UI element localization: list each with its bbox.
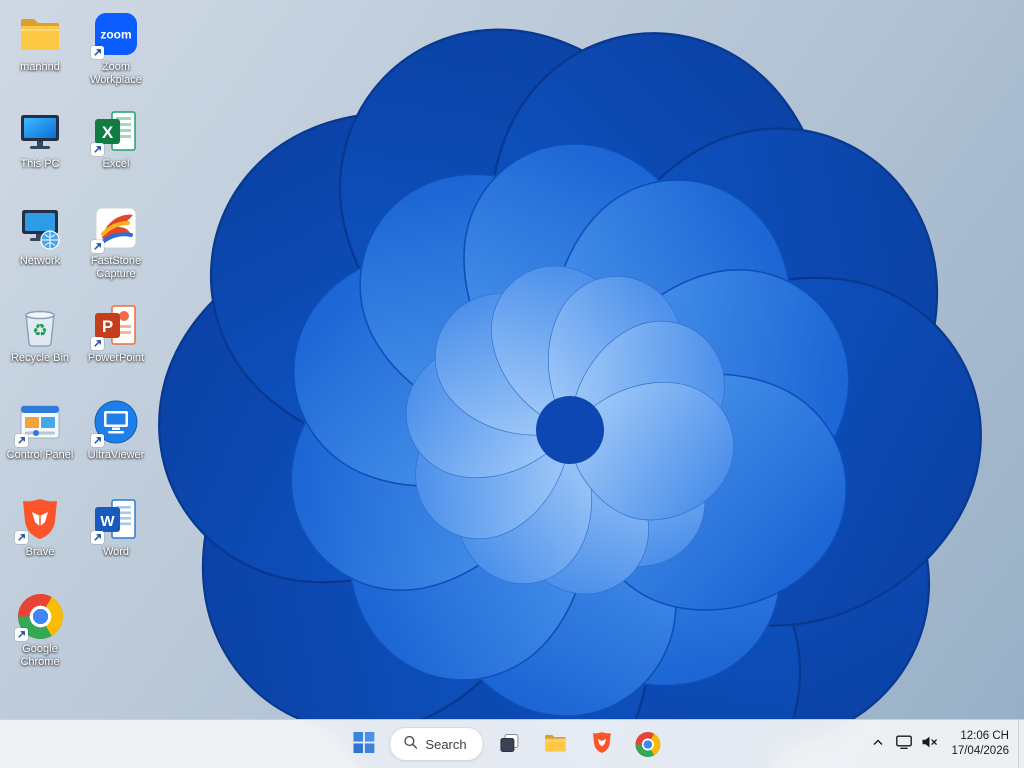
- chevron-up-icon: [872, 737, 884, 752]
- desktop-icon-label: Google Chrome: [20, 643, 60, 668]
- desktop-icon-label: FastStone Capture: [90, 255, 142, 280]
- desktop-icon-recycle-bin[interactable]: ♻ Recycle Bin: [2, 297, 78, 394]
- desktop-icon-manhnd[interactable]: manhnd: [2, 6, 78, 103]
- recycle-bin-icon: ♻: [16, 301, 64, 349]
- taskbar-search[interactable]: Search: [389, 727, 484, 761]
- excel-icon: X: [91, 107, 140, 156]
- desktop-icon-google-chrome[interactable]: Google Chrome: [2, 588, 78, 685]
- desktop-icon-network[interactable]: Network: [2, 200, 78, 297]
- task-view-button[interactable]: [490, 724, 530, 764]
- desktop-icon-label: UltraViewer: [87, 449, 145, 461]
- folder-icon: [16, 10, 64, 58]
- clock-date: 17/04/2026: [951, 745, 1009, 757]
- svg-text:P: P: [102, 317, 113, 336]
- this-pc-icon: [16, 107, 64, 155]
- desktop-icon-control-panel[interactable]: Control Panel: [2, 394, 78, 491]
- svg-text:♻: ♻: [32, 321, 47, 341]
- shortcut-arrow-icon: [91, 434, 104, 447]
- taskbar-clock[interactable]: 12:06 CH 17/04/2026: [944, 726, 1018, 762]
- ultraviewer-icon: [91, 398, 140, 447]
- desktop-icon-label: Control Panel: [6, 449, 74, 461]
- shortcut-arrow-icon: [91, 240, 104, 253]
- desktop-icon-label: Excel: [102, 158, 130, 170]
- desktop-icon-zoom-workplace[interactable]: zoom Zoom Workplace: [78, 6, 154, 103]
- desktop-icon-this-pc[interactable]: This PC: [2, 103, 78, 200]
- brave-icon: [589, 730, 614, 758]
- windows-logo-icon: [352, 732, 374, 756]
- control-panel-icon: [15, 398, 64, 447]
- tray-status-area[interactable]: [889, 726, 944, 762]
- powerpoint-icon: P: [91, 301, 140, 350]
- desktop-icon-powerpoint[interactable]: P PowerPoint: [78, 297, 154, 394]
- desktop[interactable]: manhnd zoom Zoom Workplace This PC X Exc…: [0, 0, 1024, 768]
- desktop-icon-brave[interactable]: Brave: [2, 491, 78, 588]
- desktop-icon-label: PowerPoint: [87, 352, 145, 364]
- desktop-icon-ultraviewer[interactable]: UltraViewer: [78, 394, 154, 491]
- shortcut-arrow-icon: [15, 531, 28, 544]
- show-desktop-button[interactable]: [1018, 720, 1024, 768]
- taskbar-center-group: Search: [343, 720, 667, 768]
- search-label: Search: [425, 736, 467, 752]
- file-explorer-icon: [543, 730, 569, 759]
- svg-text:W: W: [100, 513, 115, 530]
- desktop-icon-excel[interactable]: X Excel: [78, 103, 154, 200]
- desktop-icon-grid: manhnd zoom Zoom Workplace This PC X Exc…: [2, 6, 154, 685]
- taskbar: Search 12:06 CH 17/04/2026: [0, 719, 1024, 768]
- desktop-icon-label: Recycle Bin: [10, 352, 70, 364]
- desktop-icon-faststone-capture[interactable]: FastStone Capture: [78, 200, 154, 297]
- desktop-icon-label: Zoom Workplace: [90, 61, 142, 86]
- shortcut-arrow-icon: [91, 337, 104, 350]
- brave-icon: [15, 495, 64, 544]
- desktop-icon-label: Brave: [25, 546, 55, 558]
- chrome-taskbar-button[interactable]: [628, 724, 668, 764]
- desktop-icon-label: This PC: [20, 158, 60, 170]
- zoom-icon: zoom: [91, 10, 140, 59]
- desktop-icon-label: Network: [19, 255, 61, 267]
- shortcut-arrow-icon: [15, 628, 28, 641]
- faststone-icon: [91, 204, 140, 253]
- clock-time: 12:06 CH: [960, 730, 1009, 743]
- chrome-icon: [635, 731, 661, 757]
- brave-taskbar-button[interactable]: [582, 724, 622, 764]
- taskbar-tray: 12:06 CH 17/04/2026: [867, 720, 1024, 768]
- shortcut-arrow-icon: [91, 531, 104, 544]
- start-button[interactable]: [343, 724, 383, 764]
- search-icon: [403, 735, 418, 754]
- word-icon: W: [91, 495, 140, 544]
- svg-text:zoom: zoom: [100, 28, 131, 42]
- desktop-icon-label: Word: [102, 546, 130, 558]
- desktop-icon-label: manhnd: [20, 61, 60, 73]
- task-view-icon: [498, 731, 522, 758]
- network-icon: [16, 204, 64, 252]
- shortcut-arrow-icon: [91, 143, 104, 156]
- volume-muted-icon: [920, 733, 938, 756]
- svg-text:X: X: [102, 123, 114, 142]
- desktop-icon-word[interactable]: W Word: [78, 491, 154, 588]
- shortcut-arrow-icon: [15, 434, 28, 447]
- chrome-icon: [15, 592, 64, 641]
- network-tray-icon: [895, 733, 913, 756]
- shortcut-arrow-icon: [91, 46, 104, 59]
- file-explorer-button[interactable]: [536, 724, 576, 764]
- tray-chevron-button[interactable]: [867, 726, 889, 762]
